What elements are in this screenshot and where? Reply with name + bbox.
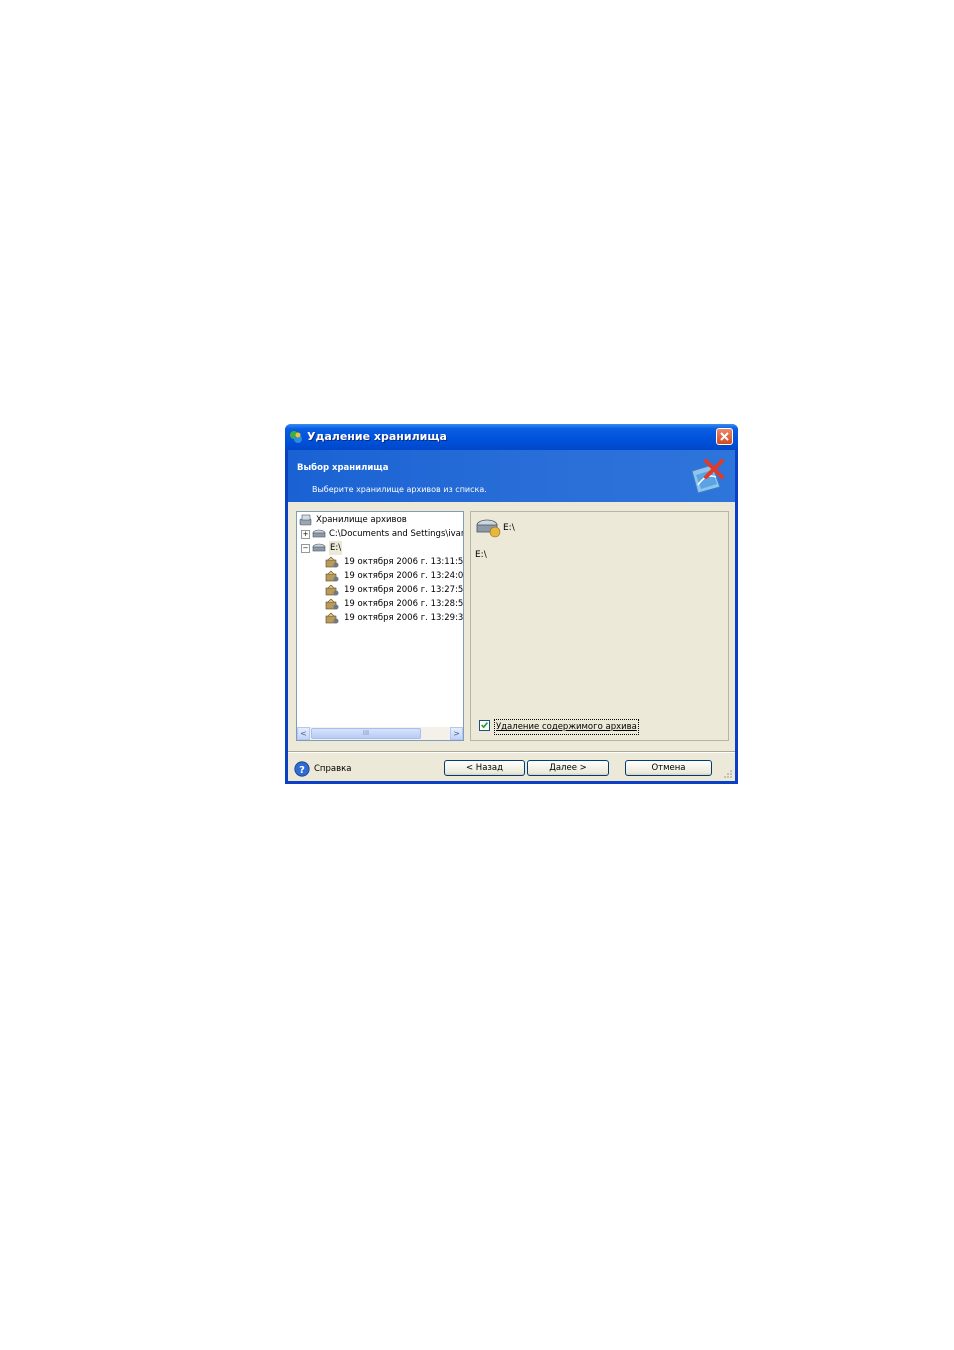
wizard-header: Выбор хранилища Выберите хранилище архив… — [288, 450, 735, 502]
archive-label: 19 октября 2006 г. 13:24:09 — [344, 571, 464, 581]
check-icon — [481, 722, 488, 729]
scroll-right-button[interactable]: > — [450, 727, 463, 740]
page-title: Выбор хранилища — [297, 463, 389, 473]
scroll-thumb[interactable]: III — [311, 728, 421, 739]
archive-icon — [325, 584, 339, 596]
next-button[interactable]: Далее > — [527, 760, 609, 776]
page-subtitle: Выберите хранилище архивов из списка. — [312, 485, 487, 494]
svg-text:?: ? — [299, 765, 305, 776]
drive-icon — [312, 529, 326, 538]
archive-label: 19 октября 2006 г. 13:29:32 — [344, 613, 464, 623]
drive-icon — [312, 543, 326, 552]
tree-item-label-selected: E:\ — [329, 541, 343, 555]
archive-icon — [325, 598, 339, 610]
window-title: Удаление хранилища — [307, 430, 447, 443]
archive-label: 19 октября 2006 г. 13:27:50 — [344, 585, 464, 595]
drive-icon — [476, 519, 501, 538]
help-icon: ? — [294, 761, 310, 777]
help-label: Справка — [314, 764, 352, 774]
footer-separator — [288, 751, 735, 753]
horizontal-scrollbar[interactable]: < III > — [297, 727, 463, 740]
close-button[interactable] — [716, 428, 733, 445]
archive-label: 19 октября 2006 г. 13:28:55 — [344, 599, 464, 609]
collapse-toggle[interactable]: − — [301, 544, 310, 553]
delete-contents-checkbox[interactable] — [479, 720, 490, 731]
tree-root-label: Хранилище архивов — [316, 515, 407, 525]
details-pane: E:\ E:\ Удаление содержимого архива — [470, 511, 729, 741]
back-button[interactable]: < Назад — [444, 760, 525, 776]
tree-item-label: C:\Documents and Settings\ivank — [329, 529, 464, 539]
storage-tree[interactable]: Хранилище архивов + C:\Documents and Set… — [296, 511, 464, 741]
delete-contents-label[interactable]: Удаление содержимого архива — [494, 719, 639, 735]
resize-grip-icon[interactable] — [723, 769, 733, 779]
dialog-window: Удаление хранилища Выбор хранилища Выбер… — [285, 424, 738, 784]
archive-storage-icon — [299, 514, 312, 526]
scroll-left-button[interactable]: < — [297, 727, 310, 740]
delete-storage-wizard-icon — [691, 459, 724, 494]
archive-label: 19 октября 2006 г. 13:11:59 — [344, 557, 464, 567]
title-bar[interactable]: Удаление хранилища — [285, 424, 738, 450]
close-icon — [720, 432, 729, 441]
archive-icon — [325, 556, 339, 568]
dialog-client: Выбор хранилища Выберите хранилище архив… — [288, 450, 735, 781]
expand-toggle[interactable]: + — [301, 530, 310, 539]
storage-app-icon — [290, 431, 302, 443]
archive-icon — [325, 612, 339, 624]
archive-icon — [325, 570, 339, 582]
selected-path: E:\ — [475, 550, 487, 560]
selected-drive-label: E:\ — [503, 523, 515, 533]
cancel-button[interactable]: Отмена — [625, 760, 712, 776]
